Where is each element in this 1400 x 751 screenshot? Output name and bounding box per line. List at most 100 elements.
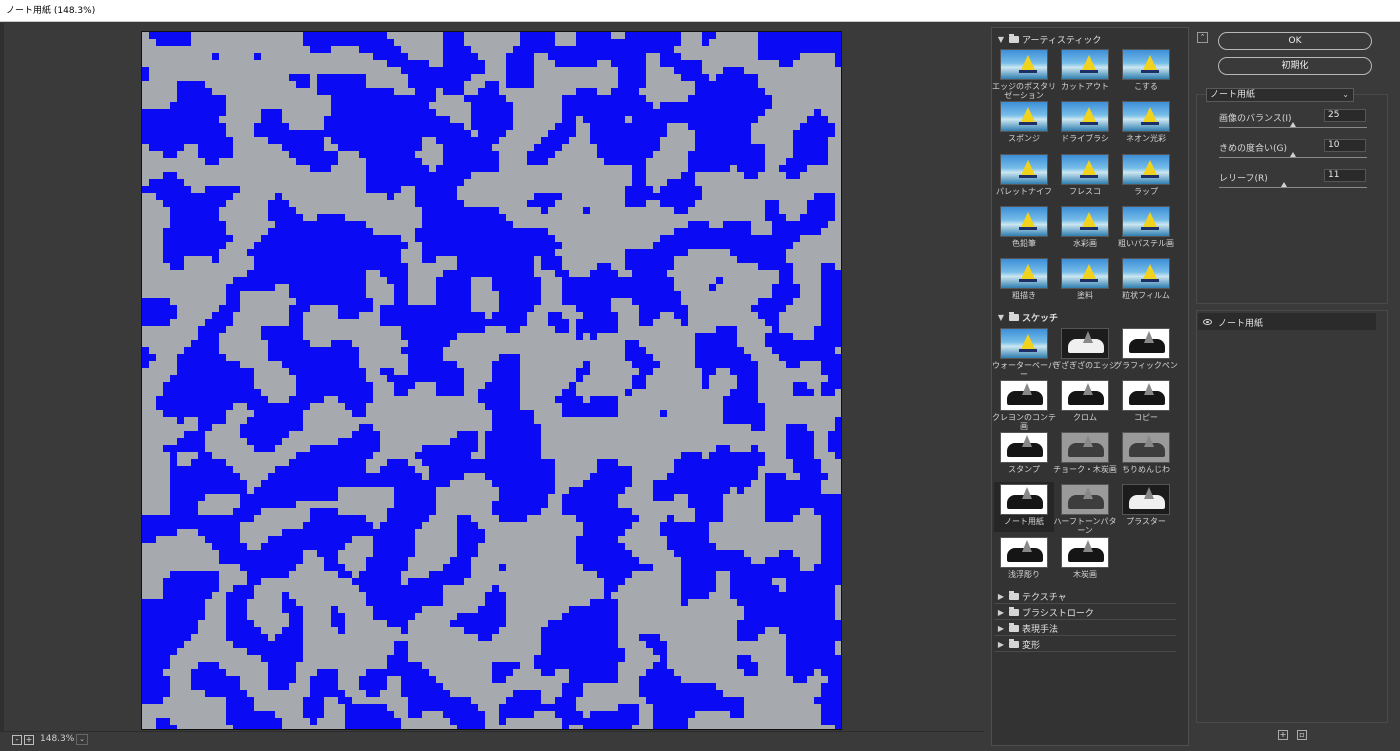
zoom-dropdown-icon[interactable]: ⌄ — [76, 734, 88, 745]
filter-thumb-sketch[interactable]: プラスター — [1116, 482, 1176, 532]
filter-label: 粗描き — [1012, 291, 1036, 301]
filter-thumb-artistic[interactable]: 粗いパステル画 — [1116, 204, 1176, 254]
filter-thumb-artistic[interactable]: 粗描き — [994, 256, 1054, 306]
filter-thumb-sketch[interactable]: クレヨンのコンテ画 — [992, 378, 1056, 431]
filter-label: 粗いパステル画 — [1118, 238, 1174, 248]
filter-label: こする — [1134, 82, 1158, 91]
param-input-grain[interactable]: 10 — [1324, 139, 1366, 152]
param-slider-balance[interactable] — [1219, 127, 1367, 128]
filter-label: 粒状フィルム — [1122, 291, 1170, 301]
filter-preview-image — [1061, 484, 1109, 516]
filter-thumb-sketch[interactable]: スタンプ — [994, 430, 1054, 480]
delete-effect-layer-button[interactable]: ▫ — [1297, 730, 1307, 740]
filter-thumb-sketch[interactable]: クロム — [1055, 378, 1115, 428]
filter-preview-image — [1000, 153, 1048, 185]
filter-thumb-sketch[interactable]: ぎざぎざのエッジ — [1053, 326, 1117, 376]
folder-texture[interactable]: ▶ テクスチャ — [994, 589, 1176, 604]
filter-thumb-artistic[interactable]: こする — [1116, 47, 1176, 97]
filter-thumb-sketch[interactable]: ちりめんじわ — [1116, 430, 1176, 480]
filter-thumb-artistic[interactable]: 色鉛筆 — [994, 204, 1054, 254]
effect-layer-name: ノート用紙 — [1218, 319, 1264, 329]
param-slider-thumb-relief[interactable] — [1281, 182, 1287, 187]
param-slider-relief[interactable] — [1219, 187, 1367, 188]
param-label-relief: レリーフ(R) — [1219, 174, 1268, 184]
filter-thumb-artistic[interactable]: ネオン光彩 — [1116, 99, 1176, 149]
preview-canvas[interactable] — [141, 31, 842, 730]
filter-thumb-artistic[interactable]: フレスコ — [1055, 152, 1115, 202]
filter-thumb-artistic[interactable]: ラップ — [1116, 152, 1176, 202]
zoom-out-button[interactable]: - — [12, 735, 22, 745]
visibility-eye-icon[interactable] — [1203, 319, 1212, 325]
param-slider-grain[interactable] — [1219, 157, 1367, 158]
triangle-right-icon: ▶ — [997, 623, 1005, 633]
filter-thumb-sketch[interactable]: ウォーターペーパー — [992, 326, 1056, 379]
filter-preview-image — [1122, 258, 1170, 290]
folder-stylize[interactable]: ▶ 表現手法 — [994, 621, 1176, 636]
filter-label: プラスター — [1126, 517, 1166, 527]
filter-label: ぎざぎざのエッジ — [1053, 360, 1117, 370]
filter-label: 水彩画 — [1073, 238, 1097, 248]
filter-thumb-artistic[interactable]: 粒状フィルム — [1116, 256, 1176, 306]
zoom-value: 148.3% — [40, 734, 75, 744]
zoom-in-button[interactable]: + — [24, 735, 34, 745]
triangle-right-icon: ▶ — [997, 591, 1005, 601]
param-slider-thumb-balance[interactable] — [1290, 122, 1296, 127]
folder-label: ブラシストローク — [1022, 608, 1094, 619]
filter-label: ラップ — [1134, 186, 1158, 196]
filter-preview-image — [1061, 432, 1109, 464]
filter-label: カットアウト — [1061, 82, 1109, 91]
filter-thumb-sketch[interactable]: ノート用紙 — [994, 482, 1054, 533]
folder-brush-strokes[interactable]: ▶ ブラシストローク — [994, 605, 1176, 620]
new-effect-layer-button[interactable]: + — [1278, 730, 1288, 740]
param-input-balance[interactable]: 25 — [1324, 109, 1366, 122]
reset-button[interactable]: 初期化 — [1218, 57, 1372, 75]
filter-select-value: ノート用紙 — [1210, 90, 1256, 100]
filter-label: 塗料 — [1077, 291, 1093, 301]
filter-label: ちりめんじわ — [1122, 465, 1170, 475]
param-input-relief[interactable]: 11 — [1324, 169, 1366, 182]
filter-thumb-sketch[interactable]: グラフィックペン — [1114, 326, 1178, 376]
filter-thumb-artistic[interactable]: エッジのポスタリゼーション — [992, 47, 1056, 100]
filter-thumb-artistic[interactable]: パレットナイフ — [994, 152, 1054, 202]
filter-thumb-sketch[interactable]: 木炭画 — [1055, 535, 1115, 585]
filter-thumb-artistic[interactable]: スポンジ — [994, 99, 1054, 149]
folder-label: スケッチ — [1022, 314, 1059, 324]
filter-gallery[interactable]: ▼ アーティスティック エッジのポスタリゼーション カットアウト こするスポンジ ドライブ… — [991, 27, 1189, 746]
filter-thumb-sketch[interactable]: ハーフトーンパターン — [1053, 482, 1117, 535]
left-edge — [0, 23, 4, 731]
filter-preview-image — [1000, 205, 1048, 237]
ok-button[interactable]: OK — [1218, 32, 1372, 50]
collapse-gallery-button[interactable]: ⌃ — [1197, 32, 1208, 43]
filter-preview-image — [1061, 49, 1109, 80]
filter-preview-image — [1000, 536, 1048, 568]
filter-preview-image — [1061, 258, 1109, 290]
folder-label: 変形 — [1022, 640, 1041, 651]
filter-label: ウォーターペーパー — [992, 360, 1056, 379]
filter-preview-image — [1122, 153, 1170, 185]
filter-gallery-dialog: - + 148.3% ⌄ ▼ アーティスティック エッジのポスタリゼーション カットア… — [0, 23, 1400, 751]
folder-label: アーティスティック — [1022, 35, 1102, 46]
folder-sketch[interactable]: ▼ スケッチ — [996, 311, 1058, 325]
filter-label: チョーク・木炭画 — [1053, 465, 1117, 475]
filter-preview-image — [1122, 205, 1170, 237]
triangle-right-icon: ▶ — [997, 607, 1005, 617]
preview-area[interactable] — [0, 23, 984, 731]
filter-thumb-artistic[interactable]: ドライブラシ — [1055, 99, 1115, 149]
filter-thumb-artistic[interactable]: カットアウト — [1055, 47, 1115, 97]
filter-label: フレスコ — [1069, 186, 1101, 196]
filter-thumb-sketch[interactable]: 浅浮彫り — [994, 535, 1054, 585]
filter-select[interactable]: ノート用紙 ⌄ — [1206, 88, 1354, 102]
filter-thumb-artistic[interactable]: 水彩画 — [1055, 204, 1115, 254]
filter-thumb-artistic[interactable]: 塗料 — [1055, 256, 1115, 306]
folder-distort[interactable]: ▶ 変形 — [994, 637, 1176, 652]
folder-artistic[interactable]: ▼ アーティスティック — [996, 32, 1101, 46]
filter-label: ノート用紙 — [1004, 517, 1044, 527]
filter-thumb-sketch[interactable]: チョーク・木炭画 — [1053, 430, 1117, 480]
filter-thumb-sketch[interactable]: コピー — [1116, 378, 1176, 428]
filter-label: スタンプ — [1008, 465, 1040, 475]
filter-preview-image — [1122, 432, 1170, 464]
chevron-down-icon: ⌄ — [1342, 90, 1349, 99]
param-slider-thumb-grain[interactable] — [1290, 152, 1296, 157]
param-label-balance: 画像のバランス(I) — [1219, 114, 1292, 124]
filter-preview-image — [1122, 379, 1170, 411]
